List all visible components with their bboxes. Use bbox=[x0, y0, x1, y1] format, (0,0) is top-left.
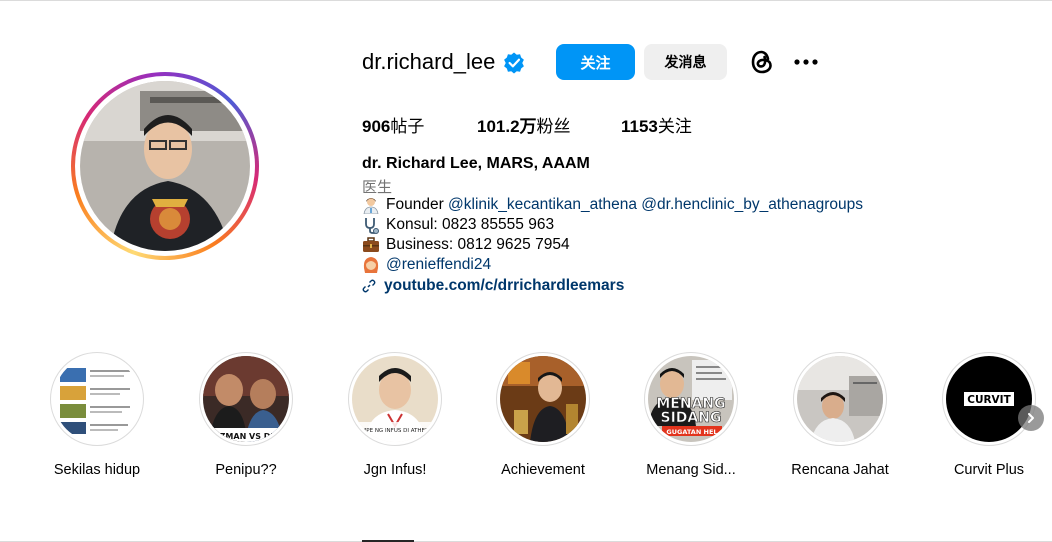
highlight-cover-text: RAZMAN VS DEW bbox=[207, 432, 285, 441]
health-worker-emoji-icon bbox=[363, 198, 379, 214]
threads-icon[interactable] bbox=[749, 48, 775, 76]
mention-link-renieffendi[interactable]: @renieffendi24 bbox=[386, 256, 491, 274]
highlight-cover-image bbox=[500, 356, 586, 442]
message-button[interactable]: 发消息 bbox=[644, 44, 727, 80]
highlight-cover-image bbox=[797, 356, 883, 442]
highlight-cover-text: CURVIT bbox=[967, 394, 1011, 406]
verified-badge-icon bbox=[504, 52, 524, 74]
posts-count: 906帖子 bbox=[362, 112, 424, 137]
bio-konsul-text: Konsul: 0823 85555 963 bbox=[386, 216, 555, 233]
avatar[interactable] bbox=[80, 81, 250, 251]
link-icon bbox=[362, 279, 376, 293]
bio-line-mention: @renieffendi24 bbox=[362, 256, 491, 274]
highlight-cover-text: GUGATAN HEL bbox=[666, 428, 717, 436]
followers-count[interactable]: 101.2万粉丝 bbox=[477, 112, 571, 137]
bio-link-text: youtube.com/c/drrichardleemars bbox=[384, 277, 625, 294]
highlight-penipu[interactable]: RAZMAN VS DEW Penipu?? bbox=[186, 352, 306, 478]
highlight-sekilas-hidup[interactable]: Sekilas hidup bbox=[37, 352, 157, 478]
highlight-label: Menang Sid... bbox=[646, 462, 736, 478]
highlight-cover-image: SAMPE NG INFUS DI ATHENA? bbox=[352, 356, 438, 442]
bio-business-text: Business: 0812 9625 7954 bbox=[386, 236, 570, 253]
highlight-label: Sekilas hidup bbox=[53, 462, 141, 478]
username: dr.richard_lee bbox=[362, 49, 496, 74]
following-count[interactable]: 1153关注 bbox=[621, 112, 692, 137]
posts-label: 帖子 bbox=[390, 117, 425, 136]
top-divider bbox=[0, 0, 1052, 1]
highlight-label: Penipu?? bbox=[215, 462, 277, 478]
bio-line-founder: Founder @klinik_kecantikan_athena @dr.he… bbox=[362, 196, 863, 214]
highlight-cover-ring: MENANG SIDANG GUGATAN HEL bbox=[644, 352, 738, 446]
highlight-cover-text: SAMPE NG INFUS DI ATHENA? bbox=[354, 428, 436, 434]
highlight-rencana-jahat[interactable]: Rencana Jahat bbox=[780, 352, 900, 478]
highlight-label: Jgn Infus! bbox=[363, 462, 427, 478]
follow-button[interactable]: 关注 bbox=[556, 44, 635, 80]
highlight-cover-image: MENANG SIDANG GUGATAN HEL bbox=[648, 356, 734, 442]
highlight-cover-ring bbox=[50, 352, 144, 446]
briefcase-emoji-icon bbox=[363, 237, 379, 252]
highlight-cover-ring bbox=[496, 352, 590, 446]
highlight-cover-text: SIDANG bbox=[661, 410, 722, 426]
bio-category: 医生 bbox=[362, 179, 393, 196]
highlight-cover-image: RAZMAN VS DEW bbox=[203, 356, 289, 442]
highlight-cover-ring: CURVIT bbox=[942, 352, 1036, 446]
highlight-cover-image: CURVIT bbox=[946, 356, 1032, 442]
bio-external-link[interactable]: youtube.com/c/drrichardleemars bbox=[362, 277, 624, 295]
bio-founder-text: Founder bbox=[386, 196, 449, 213]
following-label: 关注 bbox=[657, 117, 692, 136]
bio-line-business: Business: 0812 9625 7954 bbox=[362, 236, 570, 254]
mention-link-athena[interactable]: @klinik_kecantikan_athena bbox=[448, 196, 637, 214]
woman-emoji-icon bbox=[363, 257, 379, 273]
bio-line-konsul: Konsul: 0823 85555 963 bbox=[362, 216, 554, 234]
chevron-right-icon bbox=[1028, 413, 1034, 423]
highlight-jgn-infus[interactable]: SAMPE NG INFUS DI ATHENA? Jgn Infus! bbox=[335, 352, 455, 478]
highlight-menang-sidang[interactable]: MENANG SIDANG GUGATAN HEL Menang Sid... bbox=[631, 352, 751, 478]
highlight-achievement[interactable]: Achievement bbox=[483, 352, 603, 478]
highlight-cover-ring: RAZMAN VS DEW bbox=[199, 352, 293, 446]
following-number: 1153 bbox=[621, 117, 658, 136]
posts-number: 906 bbox=[362, 117, 391, 136]
highlight-label: Achievement bbox=[501, 462, 585, 478]
bio-full-name: dr. Richard Lee, MARS, AAAM bbox=[362, 155, 590, 172]
profile-avatar-story-ring[interactable] bbox=[71, 72, 259, 260]
followers-number: 101.2万 bbox=[477, 117, 537, 136]
more-options-icon[interactable] bbox=[793, 56, 819, 68]
stethoscope-emoji-icon bbox=[365, 218, 379, 234]
highlight-label: Curvit Plus bbox=[953, 462, 1025, 478]
highlight-cover-ring: SAMPE NG INFUS DI ATHENA? bbox=[348, 352, 442, 446]
highlights-next-button[interactable] bbox=[1018, 405, 1044, 431]
mention-link-henclinic[interactable]: @dr.henclinic_by_athenagroups bbox=[641, 196, 863, 214]
highlight-cover-image bbox=[54, 356, 140, 442]
highlight-label: Rencana Jahat bbox=[791, 462, 889, 478]
highlight-cover-ring bbox=[793, 352, 887, 446]
followers-label: 粉丝 bbox=[536, 117, 571, 136]
